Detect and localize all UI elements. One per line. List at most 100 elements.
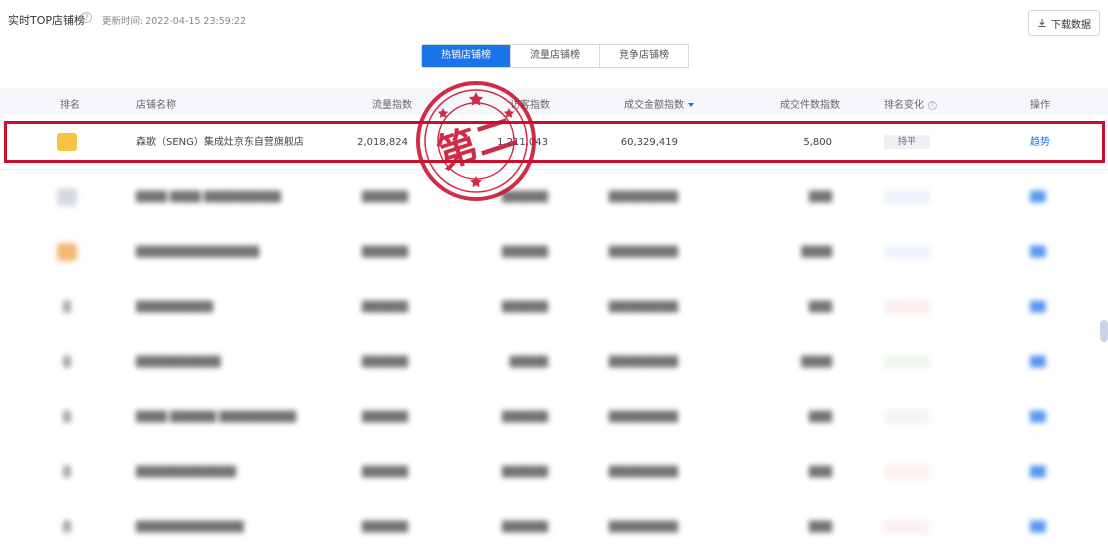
table-header: 排名 店铺名称 流量指数 访客指数 成交金额指数 成交件数指数 排名变化? 操作 xyxy=(0,88,1108,115)
amount-index-redacted: █████████ xyxy=(608,192,678,203)
amount-index-redacted: █████████ xyxy=(608,467,678,478)
rank-cell: █ xyxy=(63,522,71,533)
rank-change xyxy=(884,445,932,500)
help-icon[interactable]: ? xyxy=(81,12,92,23)
column-header-amount[interactable]: 成交金额指数 xyxy=(624,96,694,111)
visitor-index-redacted: ██████ xyxy=(501,522,548,533)
tab-hot-sales[interactable]: 热销店铺榜 xyxy=(422,45,511,67)
rank-change: 持平 xyxy=(884,115,932,170)
amount-index-redacted: █████████ xyxy=(608,522,678,533)
count-index-redacted: ███ xyxy=(808,522,832,533)
store-name[interactable]: 森歌（SENG）集成灶京东自营旗舰店 xyxy=(136,115,304,170)
trend-link[interactable]: ██ xyxy=(1030,500,1045,549)
count-index-redacted: ████ xyxy=(801,247,832,258)
table-row: █ ████ ██████ ██████████ ██████ ██████ █… xyxy=(0,390,1108,445)
trend-link[interactable]: ██ xyxy=(1030,445,1045,500)
rank-change-badge xyxy=(884,410,930,424)
stamp-text: 第二 xyxy=(432,110,522,178)
trend-link[interactable]: ██ xyxy=(1030,225,1045,280)
rank-change xyxy=(884,280,932,335)
store-name-redacted: ████████████████ xyxy=(136,247,260,258)
top-bar: 实时TOP店铺榜 ? 更新时间: 2022-04-15 23:59:22 下载数据 xyxy=(0,0,1108,40)
second-place-stamp: 第二 xyxy=(416,81,536,201)
bronze-medal-icon xyxy=(57,243,77,261)
trend-link[interactable]: ██ xyxy=(1030,280,1045,335)
amount-index: 60,329,419 xyxy=(620,137,678,148)
amount-index-redacted: █████████ xyxy=(608,247,678,258)
trend-link[interactable]: ██ xyxy=(1030,335,1045,390)
rank-cell: █ xyxy=(63,467,71,478)
store-name-redacted: ██████████████ xyxy=(136,522,244,533)
count-index-redacted: ███ xyxy=(808,192,832,203)
column-header-rank: 排名 xyxy=(60,100,80,111)
rank-change xyxy=(884,225,932,280)
table-row: █ █████████████ ██████ ██████ █████████ … xyxy=(0,445,1108,500)
rank-change-badge xyxy=(884,190,930,204)
help-icon[interactable]: ? xyxy=(928,100,937,110)
visitor-index-redacted: █████ xyxy=(509,357,548,368)
traffic-index-redacted: ██████ xyxy=(361,192,408,203)
ranking-tabs: 热销店铺榜 流量店铺榜 竞争店铺榜 xyxy=(421,44,689,68)
rank-change-badge xyxy=(884,520,930,534)
rank-cell xyxy=(50,225,84,280)
table-row: █ ███████████ ██████ █████ █████████ ███… xyxy=(0,335,1108,390)
rank-cell: █ xyxy=(63,412,71,423)
table-row: ████ ████ ██████████ ██████ ██████ █████… xyxy=(0,170,1108,225)
trend-link[interactable]: ██ xyxy=(1030,390,1045,445)
count-index-redacted: ███ xyxy=(808,302,832,313)
amount-index-redacted: █████████ xyxy=(608,412,678,423)
sort-desc-icon xyxy=(688,103,694,107)
trend-link[interactable]: 趋势 xyxy=(1030,115,1050,170)
amount-index-redacted: █████████ xyxy=(608,357,678,368)
traffic-index-redacted: ██████ xyxy=(361,357,408,368)
store-name-redacted: ████ ██████ ██████████ xyxy=(136,412,297,423)
rank-change xyxy=(884,500,932,549)
page-title: 实时TOP店铺榜 xyxy=(8,14,86,27)
column-header-count[interactable]: 成交件数指数 xyxy=(780,96,840,111)
download-label: 下载数据 xyxy=(1051,19,1091,31)
store-name-redacted: ██████████ xyxy=(136,302,213,313)
update-time: 更新时间: 2022-04-15 23:59:22 xyxy=(102,16,247,27)
scrollbar-thumb[interactable] xyxy=(1100,320,1108,342)
amount-index-redacted: █████████ xyxy=(608,302,678,313)
rank-cell xyxy=(50,170,84,225)
table-row: █ ██████████████ ██████ ██████ █████████… xyxy=(0,500,1108,549)
tab-traffic[interactable]: 流量店铺榜 xyxy=(511,45,600,67)
download-icon xyxy=(1037,18,1047,28)
traffic-index-redacted: ██████ xyxy=(361,522,408,533)
count-index: 5,800 xyxy=(803,137,832,148)
table-row: 森歌（SENG）集成灶京东自营旗舰店 2,018,824 1,211,043 6… xyxy=(0,115,1108,170)
rank-change-badge xyxy=(884,300,930,314)
visitor-index-redacted: ██████ xyxy=(501,247,548,258)
column-header-store-name: 店铺名称 xyxy=(136,100,176,111)
column-header-action: 操作 xyxy=(1030,100,1050,111)
rank-cell: █ xyxy=(63,357,71,368)
column-header-traffic[interactable]: 流量指数 xyxy=(372,96,412,111)
rank-change-badge xyxy=(884,355,930,369)
traffic-index-redacted: ██████ xyxy=(361,302,408,313)
rank-cell: █ xyxy=(63,302,71,313)
trend-link[interactable]: ██ xyxy=(1030,170,1045,225)
rank-change-badge: 持平 xyxy=(884,135,930,149)
count-index-redacted: ████ xyxy=(801,357,832,368)
traffic-index-redacted: ██████ xyxy=(361,467,408,478)
count-index-redacted: ███ xyxy=(808,412,832,423)
tab-competition[interactable]: 竞争店铺榜 xyxy=(600,45,688,67)
gold-medal-icon xyxy=(57,133,77,151)
traffic-index-redacted: ██████ xyxy=(361,247,408,258)
traffic-index: 2,018,824 xyxy=(357,137,408,148)
rank-change-badge xyxy=(884,245,930,259)
rank-change xyxy=(884,390,932,445)
table-row: ████████████████ ██████ ██████ █████████… xyxy=(0,225,1108,280)
rank-change xyxy=(884,335,932,390)
visitor-index-redacted: ██████ xyxy=(501,302,548,313)
rank-change xyxy=(884,170,932,225)
silver-medal-icon xyxy=(57,188,77,206)
column-header-rank-change: 排名变化? xyxy=(884,96,937,111)
store-name-redacted: ███████████ xyxy=(136,357,221,368)
store-name-redacted: ████ ████ ██████████ xyxy=(136,192,281,203)
download-button[interactable]: 下载数据 xyxy=(1028,10,1100,36)
count-index-redacted: ███ xyxy=(808,467,832,478)
visitor-index-redacted: ██████ xyxy=(501,412,548,423)
traffic-index-redacted: ██████ xyxy=(361,412,408,423)
